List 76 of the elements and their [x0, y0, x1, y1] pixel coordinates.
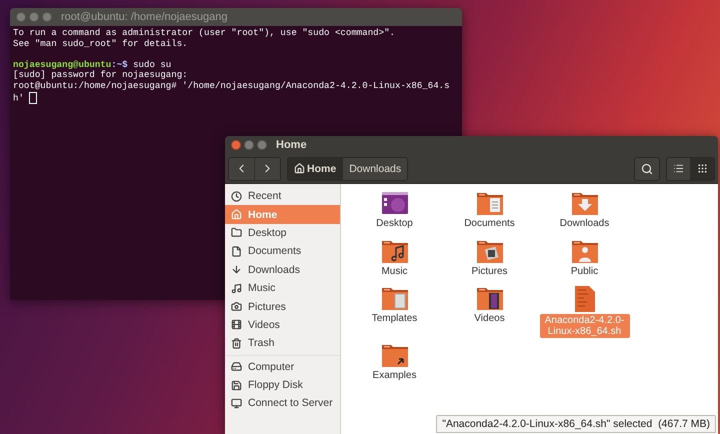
document-icon [231, 246, 242, 257]
terminal-line: h' [13, 92, 25, 103]
monitor-icon [231, 398, 242, 409]
sidebar-item-label: Videos [248, 318, 280, 331]
sidebar-item[interactable]: Documents [225, 242, 340, 261]
minimize-button[interactable] [29, 12, 39, 22]
folder-icon [476, 190, 504, 216]
folder-icon [380, 285, 408, 311]
terminal-line: root@ubuntu:/home/nojaesugang# '/home/nojaesugang/Anaconda2-4.2.0-Linux-x86_64.s [13, 80, 450, 91]
sidebar-item-label: Home [248, 208, 278, 221]
forward-button[interactable] [254, 158, 280, 180]
list-view-button[interactable] [667, 158, 690, 180]
window-title: root@ubuntu: /home/nojaesugang [61, 11, 228, 23]
sidebar-item-label: Trash [248, 337, 274, 350]
terminal-line: nojaesugang@ubuntu:~$ sudo su [13, 58, 172, 70]
home-icon [294, 163, 305, 174]
path-button[interactable]: Home [288, 158, 342, 180]
file-name[interactable]: Public [568, 264, 600, 278]
file-name[interactable]: Desktop [374, 217, 415, 230]
sidebar-item[interactable]: Computer [225, 358, 340, 376]
trash-icon [231, 338, 242, 349]
sidebar-item-label: Floppy Disk [248, 379, 303, 392]
file-name[interactable]: Examples [370, 369, 418, 382]
home-icon [231, 209, 242, 220]
grid-view-button[interactable] [690, 158, 714, 180]
back-button[interactable] [229, 158, 254, 180]
sidebar-item[interactable]: Downloads [225, 260, 340, 279]
folder-icon [570, 190, 598, 216]
maximize-button[interactable] [42, 12, 52, 22]
sidebar-item-label: Computer [248, 360, 294, 373]
file-name[interactable]: Pictures [469, 264, 510, 278]
sidebar-item[interactable]: Desktop [225, 224, 340, 242]
cursor [29, 92, 38, 104]
terminal-line: [sudo] password for nojaesugang: [13, 69, 188, 80]
sidebar-item-label: Documents [248, 245, 302, 258]
list-icon [673, 163, 684, 174]
sidebar-item[interactable]: Connect to Server [225, 394, 340, 413]
close-button[interactable] [231, 140, 241, 150]
sidebar-item-label: Downloads [248, 264, 300, 276]
grid-icon [697, 163, 708, 174]
close-button[interactable] [16, 12, 26, 22]
sidebar-item[interactable]: Music [225, 278, 340, 298]
terminal-line: See "man sudo_root" for details. [13, 38, 188, 49]
search-icon [641, 162, 653, 174]
file-name[interactable]: Music [379, 264, 410, 278]
file-name[interactable]: Templates [370, 312, 420, 325]
camera-icon [231, 301, 242, 312]
sidebar-item[interactable]: Trash [225, 334, 340, 353]
search-button[interactable] [635, 158, 659, 180]
sidebar-item-label: Music [248, 282, 276, 294]
terminal-line: To run a command as administrator (user "root"), use "sudo <command>". [13, 27, 395, 38]
sidebar-item[interactable]: Pictures [225, 297, 340, 316]
music-note-icon [231, 282, 242, 294]
folder-icon [476, 285, 504, 311]
window-title: Home [276, 139, 307, 151]
minimize-button[interactable] [244, 140, 254, 150]
sidebar-item[interactable]: Videos [225, 316, 340, 334]
file-name[interactable]: Downloads [558, 217, 612, 230]
recent-clock-icon [231, 190, 242, 202]
sidebar-item-label: Recent [248, 190, 282, 202]
sidebar-item-label: Connect to Server [248, 397, 333, 410]
sidebar-item[interactable]: Floppy Disk [225, 376, 340, 394]
film-icon [231, 319, 242, 330]
sidebar-item-label: Pictures [248, 300, 286, 313]
file-name[interactable]: Videos [472, 312, 507, 325]
desktop-folder-icon [380, 190, 408, 216]
maximize-button[interactable] [257, 140, 267, 150]
script-file-icon [574, 285, 596, 313]
sidebar-item-label: Desktop [248, 226, 287, 239]
file-name[interactable]: Documents [462, 217, 517, 230]
folder-icon [231, 227, 242, 238]
folder-icon [380, 342, 408, 368]
status-bar: "Anaconda2-4.2.0-Linux-x86_64.sh" selected (467.7 MB) [436, 415, 716, 433]
sidebar-item[interactable]: Recent [225, 187, 340, 206]
download-arrow-icon [231, 264, 242, 276]
path-button[interactable]: Downloads [342, 158, 408, 180]
